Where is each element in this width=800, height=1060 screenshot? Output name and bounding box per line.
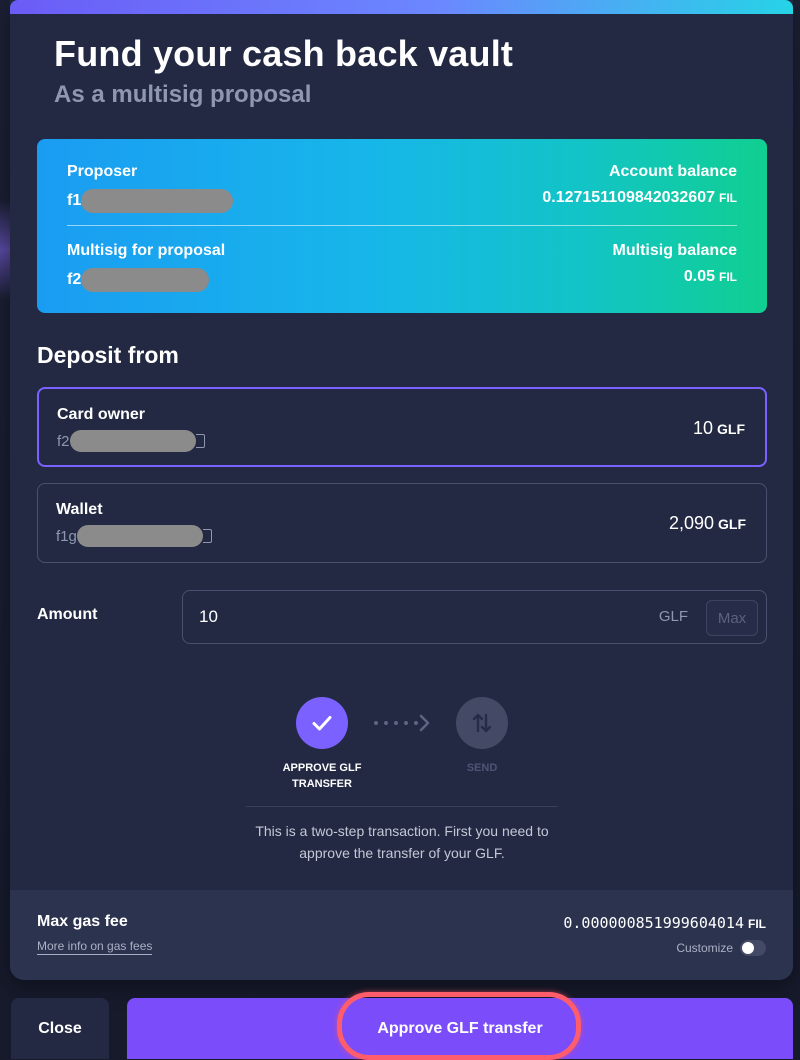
deposit-option-address-prefix: f1g	[56, 527, 77, 545]
gas-fee-amount: 0.000000851999604014	[563, 914, 744, 932]
account-balance-amount: 0.127151109842032607	[542, 189, 715, 206]
close-button[interactable]: Close	[11, 998, 109, 1059]
gas-fee-section: Max gas fee More info on gas fees 0.0000…	[10, 890, 793, 980]
step-send-label: SEND	[466, 762, 498, 774]
deposit-option-card-owner[interactable]: Card owner f2 10 GLF	[37, 387, 767, 467]
gas-fee-label: Max gas fee	[37, 913, 128, 930]
customize-label: Customize	[676, 941, 733, 955]
deposit-option-unit: GLF	[718, 516, 746, 532]
approve-transfer-button[interactable]: Approve GLF transfer	[127, 998, 793, 1059]
modal-title: Fund your cash back vault	[54, 33, 514, 74]
toggle-knob	[742, 942, 754, 954]
accounts-card: Proposer f1 Account balance 0.1271511098…	[37, 139, 767, 313]
step-approve-indicator	[296, 697, 348, 749]
fund-vault-modal: Fund your cash back vault As a multisig …	[10, 0, 793, 980]
deposit-option-wallet[interactable]: Wallet f1g 2,090 GLF	[37, 483, 767, 563]
gas-fee-unit: FIL	[748, 917, 766, 931]
multisig-address: f2	[67, 268, 210, 292]
redacted-address	[81, 268, 210, 292]
gas-fee-value: 0.000000851999604014 FIL	[563, 914, 766, 932]
swap-arrows-icon	[472, 713, 492, 733]
multisig-label: Multisig for proposal	[67, 242, 226, 259]
multisig-balance-amount: 0.05	[683, 268, 715, 285]
proposer-row: Proposer f1 Account balance 0.1271511098…	[37, 160, 767, 230]
proposer-address-prefix: f1	[67, 192, 82, 210]
redacted-address	[69, 430, 196, 452]
deposit-option-amount: 10	[692, 418, 713, 438]
multisig-address-prefix: f2	[67, 271, 82, 289]
modal-footer: Close Approve GLF transfer	[0, 990, 800, 1059]
account-balance-value: 0.127151109842032607 FIL	[542, 189, 737, 207]
proposer-label: Proposer	[67, 163, 138, 180]
deposit-option-balance: 2,090 GLF	[669, 513, 746, 534]
step-send-indicator	[456, 697, 508, 749]
amount-unit: GLF	[658, 608, 688, 625]
copy-icon[interactable]	[195, 434, 205, 448]
redacted-address	[81, 189, 234, 213]
accounts-card-divider	[67, 225, 737, 226]
redacted-address	[76, 525, 203, 547]
amount-input[interactable]	[199, 604, 599, 630]
max-button[interactable]: Max	[706, 600, 758, 636]
step-progress-arrow-icon	[374, 714, 430, 732]
deposit-option-name: Card owner	[57, 406, 146, 423]
proposer-address: f1	[67, 189, 234, 213]
deposit-option-balance: 10 GLF	[693, 418, 745, 439]
amount-field: GLF Max	[182, 590, 767, 644]
deposit-option-name: Wallet	[56, 501, 103, 518]
gas-fee-info-link[interactable]: More info on gas fees	[37, 939, 153, 955]
account-balance-label: Account balance	[608, 163, 737, 180]
multisig-balance-unit: FIL	[719, 270, 737, 284]
multisig-balance-value: 0.05 FIL	[684, 268, 737, 286]
checkmark-icon	[312, 716, 332, 731]
customize-toggle[interactable]	[740, 940, 766, 956]
amount-label: Amount	[37, 606, 98, 623]
modal-subtitle: As a multisig proposal	[54, 81, 312, 108]
deposit-option-address: f2	[57, 430, 205, 452]
account-balance-unit: FIL	[719, 191, 737, 205]
copy-icon[interactable]	[202, 529, 212, 543]
deposit-option-address: f1g	[56, 525, 212, 547]
multisig-balance-label: Multisig balance	[612, 242, 737, 259]
backdrop-glow	[0, 200, 10, 300]
steps-divider	[246, 806, 558, 807]
multisig-row: Multisig for proposal f2 Multisig balanc…	[37, 239, 767, 309]
deposit-option-address-prefix: f2	[57, 432, 70, 450]
deposit-option-unit: GLF	[717, 421, 745, 437]
two-step-note: This is a two-step transaction. First yo…	[255, 823, 549, 861]
modal-accent-bar	[10, 0, 793, 14]
deposit-from-heading: Deposit from	[37, 342, 179, 368]
deposit-option-amount: 2,090	[668, 513, 714, 533]
step-approve-label: APPROVE GLF TRANSFER	[282, 762, 362, 790]
